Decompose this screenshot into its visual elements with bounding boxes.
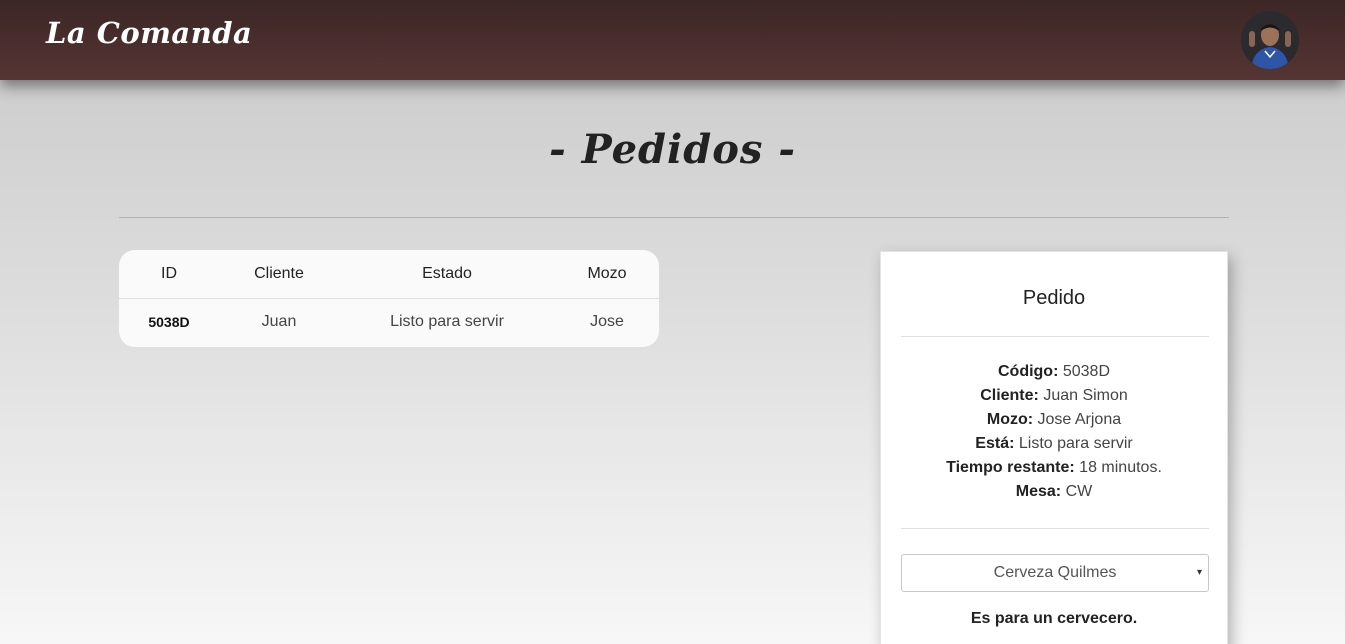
user-avatar[interactable]: [1241, 11, 1299, 69]
detail-value: CW: [1065, 483, 1093, 500]
detail-value: Juan Simon: [1043, 387, 1128, 404]
chevron-down-icon: ▾: [1196, 567, 1202, 578]
cell-estado: Listo para servir: [390, 313, 504, 331]
page-title: - Pedidos -: [549, 126, 796, 173]
detail-label: Mozo:: [986, 411, 1034, 428]
product-select-value: Cerveza Quilmes: [993, 564, 1117, 581]
detail-value: Listo para servir: [1018, 435, 1133, 452]
detail-value: 5038D: [1062, 363, 1111, 380]
order-details: Código: 5038D Cliente: Juan Simon Mozo: …: [881, 360, 1227, 504]
brand-logo[interactable]: La Comanda: [46, 16, 252, 50]
cell-id: 5038D: [148, 314, 190, 331]
table-header-row: ID Cliente Estado Mozo: [119, 250, 659, 299]
detail-mesa: Mesa: CW: [881, 480, 1227, 504]
detail-value: 18 minutos.: [1079, 459, 1162, 476]
table-row[interactable]: 5038D Juan Listo para servir Jose: [119, 298, 659, 346]
product-description: Es para un cervecero.: [970, 610, 1138, 627]
detail-label: Tiempo restante:: [946, 459, 1075, 476]
header-mozo: Mozo: [555, 250, 659, 299]
detail-label: Mesa:: [1015, 483, 1062, 500]
orders-table: ID Cliente Estado Mozo 5038D Juan Listo …: [119, 250, 659, 347]
title-divider: [119, 217, 1229, 218]
detail-label: Código:: [997, 363, 1059, 380]
header-cliente: Cliente: [219, 250, 339, 299]
top-navbar: La Comanda: [0, 0, 1345, 80]
card-divider-top: [901, 336, 1209, 337]
card-title: Pedido: [1022, 287, 1086, 309]
order-detail-card: Pedido Código: 5038D Cliente: Juan Simon…: [880, 251, 1228, 644]
detail-mozo: Mozo: Jose Arjona: [881, 408, 1227, 432]
card-divider-bottom: [901, 528, 1209, 529]
detail-label: Está:: [975, 435, 1015, 452]
cell-mozo: Jose: [590, 313, 624, 331]
header-id: ID: [119, 250, 219, 299]
avatar-photo-icon: [1241, 11, 1299, 69]
detail-estado: Está: Listo para servir: [881, 432, 1227, 456]
product-select[interactable]: Cerveza Quilmes ▾: [901, 554, 1209, 592]
header-estado: Estado: [339, 250, 555, 299]
detail-tiempo: Tiempo restante: 18 minutos.: [881, 456, 1227, 480]
cell-cliente: Juan: [261, 313, 297, 331]
detail-value: Jose Arjona: [1037, 411, 1122, 428]
detail-codigo: Código: 5038D: [881, 360, 1227, 384]
detail-cliente: Cliente: Juan Simon: [881, 384, 1227, 408]
detail-label: Cliente:: [980, 387, 1039, 404]
